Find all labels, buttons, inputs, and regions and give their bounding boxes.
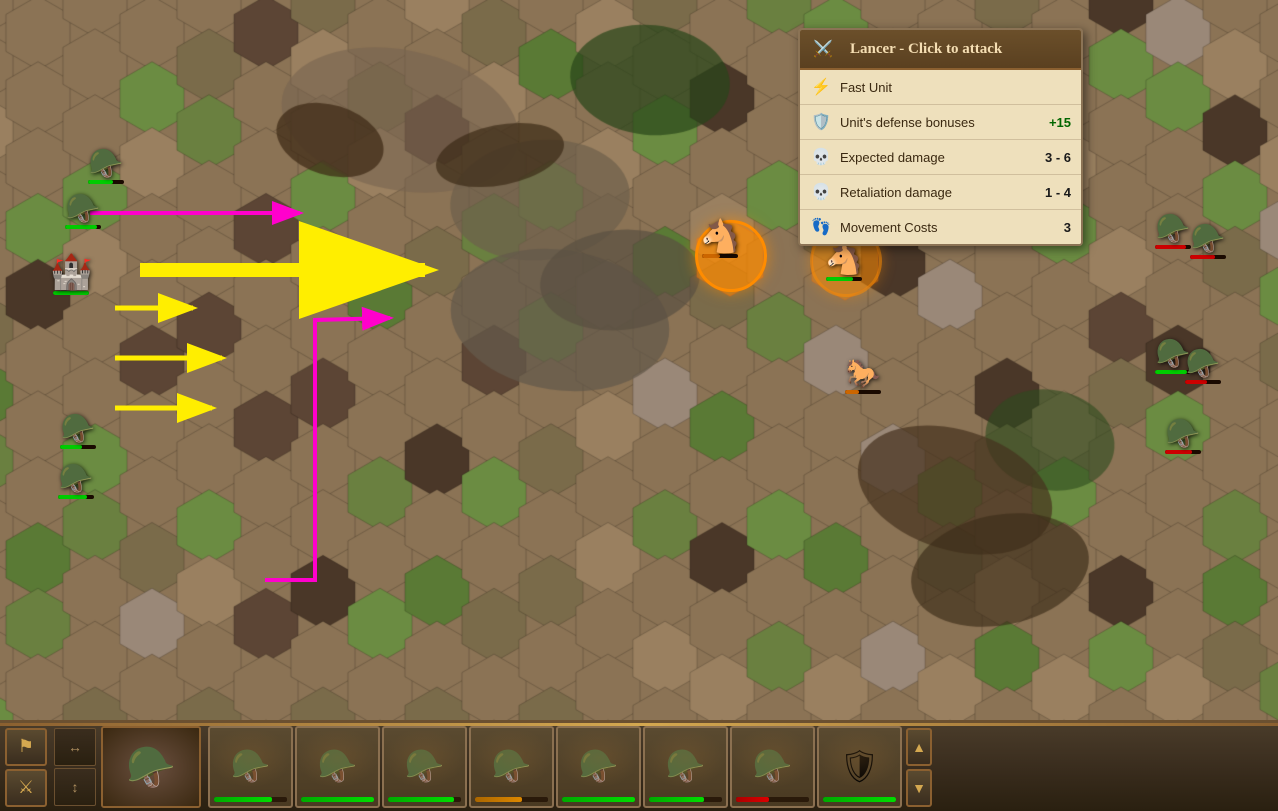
- unit-card-6[interactable]: 🪖: [643, 726, 728, 808]
- flag-button[interactable]: ⚑: [5, 728, 47, 766]
- tooltip-header-icon: ⚔️: [812, 38, 834, 60]
- tooltip-header-text: Lancer - Click to attack: [850, 41, 1002, 58]
- tooltip-header[interactable]: ⚔️ Lancer - Click to attack: [800, 30, 1081, 70]
- unit-card-6-health: [649, 797, 722, 802]
- unit-card-3[interactable]: 🪖: [382, 726, 467, 808]
- unit-card-8-defense[interactable]: 🛡: [817, 726, 902, 808]
- defense-value: +15: [1049, 115, 1071, 130]
- movement-value: 3: [1064, 220, 1071, 235]
- unit-card-8-health: [823, 797, 896, 802]
- toolbar-left-buttons: ⚑ ⚔: [5, 728, 47, 807]
- defense-icon: 🛡️: [810, 111, 832, 133]
- sword-button[interactable]: ⚔: [5, 769, 47, 807]
- unit-card-1[interactable]: 🪖: [208, 726, 293, 808]
- sword-icon: ⚔: [18, 777, 34, 798]
- unit-card-5-health: [562, 797, 635, 802]
- game-map[interactable]: 🪖 🪖 🏰 🪖 🪖 🐴 🐴 🐎 🪖 🪖: [0, 0, 1278, 720]
- retaliation-icon: 💀: [810, 181, 832, 203]
- scroll-down-button[interactable]: ▼: [906, 769, 932, 807]
- move-vertical-button[interactable]: ↕: [54, 768, 96, 806]
- expected-damage-icon: 💀: [810, 146, 832, 168]
- unit-card-2-health: [301, 797, 374, 802]
- commander-portrait[interactable]: 🪖: [101, 726, 201, 808]
- tooltip-row-retaliation: 💀 Retaliation damage 1 - 4: [800, 175, 1081, 210]
- portrait-image: 🪖: [103, 728, 199, 806]
- unit-card-1-health: [214, 797, 287, 802]
- unit-card-7[interactable]: 🪖: [730, 726, 815, 808]
- unit-card-2[interactable]: 🪖: [295, 726, 380, 808]
- tooltip-row-movement: 👣 Movement Costs 3: [800, 210, 1081, 244]
- move-left-button[interactable]: ↔: [54, 728, 96, 766]
- tooltip-row-expected-damage: 💀 Expected damage 3 - 6: [800, 140, 1081, 175]
- toolbar-scroll-buttons: ▲ ▼: [906, 728, 932, 807]
- unit-card-3-health: [388, 797, 461, 802]
- bottom-toolbar: ⚑ ⚔ ↔ ↕ 🪖 🪖 🪖 🪖 🪖: [0, 720, 1278, 811]
- hex-grid-canvas: [0, 0, 1278, 720]
- fast-unit-label: Fast Unit: [840, 80, 1071, 95]
- movement-label: Movement Costs: [840, 220, 1064, 235]
- expected-damage-value: 3 - 6: [1045, 150, 1071, 165]
- retaliation-label: Retaliation damage: [840, 185, 1045, 200]
- unit-tooltip-panel: ⚔️ Lancer - Click to attack ⚡ Fast Unit …: [798, 28, 1083, 246]
- tooltip-row-fast-unit: ⚡ Fast Unit: [800, 70, 1081, 105]
- movement-icon: 👣: [810, 216, 832, 238]
- flag-icon: ⚑: [18, 736, 34, 757]
- tooltip-row-defense: 🛡️ Unit's defense bonuses +15: [800, 105, 1081, 140]
- unit-card-4[interactable]: 🪖: [469, 726, 554, 808]
- expected-damage-label: Expected damage: [840, 150, 1045, 165]
- status-buttons: ↔ ↕: [54, 728, 96, 806]
- defense-label: Unit's defense bonuses: [840, 115, 1049, 130]
- unit-card-5[interactable]: 🪖: [556, 726, 641, 808]
- unit-card-4-health: [475, 797, 548, 802]
- scroll-up-button[interactable]: ▲: [906, 728, 932, 766]
- fast-unit-icon: ⚡: [810, 76, 832, 98]
- unit-card-7-health: [736, 797, 809, 802]
- retaliation-value: 1 - 4: [1045, 185, 1071, 200]
